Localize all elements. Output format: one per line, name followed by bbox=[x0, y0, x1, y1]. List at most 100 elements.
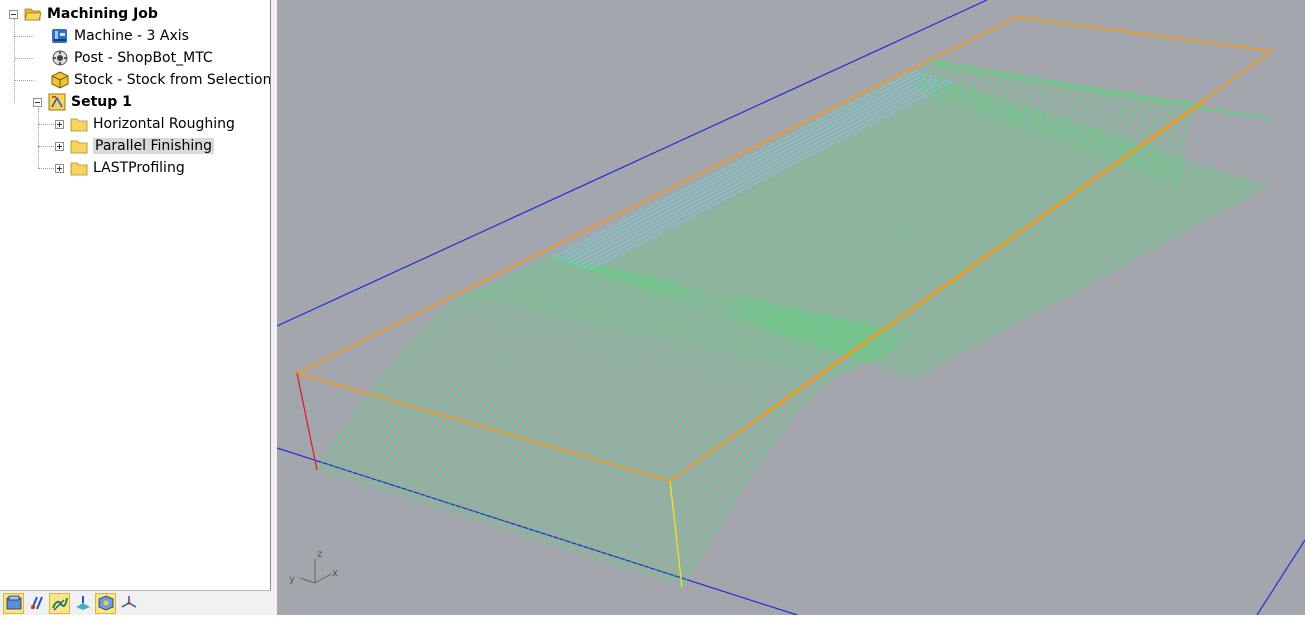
tree-node-stock[interactable]: Stock - Stock from Selection bbox=[51, 69, 270, 91]
toolpath-pass bbox=[844, 163, 1203, 357]
toolpath-pass bbox=[1072, 86, 1100, 148]
toolpath-pass bbox=[603, 86, 968, 276]
toolpath-pass bbox=[592, 82, 958, 273]
toolpath-pass bbox=[721, 123, 1083, 315]
toolpath-pass bbox=[772, 140, 1133, 333]
toolpath-pass bbox=[401, 273, 638, 498]
toolpath-pass bbox=[639, 97, 1003, 288]
toolpath-pass bbox=[891, 178, 1248, 372]
toolpath-pass bbox=[870, 171, 1228, 365]
toolpath-pass bbox=[824, 156, 1183, 350]
tree-node-post[interactable]: Post - ShopBot_MTC bbox=[51, 47, 213, 69]
toolpath-pass bbox=[608, 87, 973, 278]
toolpath-pass bbox=[659, 104, 1023, 295]
viewport-canvas[interactable]: z x y bbox=[276, 0, 1305, 616]
toolpath-pass bbox=[654, 102, 1018, 293]
toolpath-pass bbox=[731, 127, 1093, 319]
toolpath-pass bbox=[1046, 82, 1073, 138]
browser-toolbar bbox=[0, 590, 271, 615]
expand-icon[interactable] bbox=[55, 119, 64, 129]
toolpath-pass bbox=[551, 69, 918, 259]
collapse-icon[interactable] bbox=[33, 97, 42, 107]
tree-label: Post - ShopBot_MTC bbox=[74, 50, 213, 66]
tree-node-machine[interactable]: Machine - 3 Axis bbox=[51, 25, 189, 47]
folder-open-icon bbox=[24, 8, 42, 21]
toolpath-pass bbox=[577, 77, 943, 267]
collapse-icon[interactable] bbox=[9, 9, 18, 19]
toolpath-pass bbox=[474, 289, 711, 521]
grid-axis-line bbox=[276, 447, 798, 616]
toolpath-pass bbox=[432, 279, 668, 508]
viewport-perspective[interactable]: z x y bbox=[276, 0, 1305, 616]
toolpath-pass bbox=[628, 94, 993, 285]
toolpath-pass bbox=[426, 278, 662, 506]
toolpath-pass bbox=[1014, 76, 1039, 126]
toolpath-pass bbox=[444, 282, 680, 512]
toolpath-pass bbox=[695, 115, 1058, 307]
toolpath-pass bbox=[803, 150, 1163, 343]
stock-button[interactable] bbox=[95, 592, 116, 614]
tree-node-parallel-finishing[interactable]: Parallel Finishing bbox=[55, 135, 214, 157]
toolpath-pass bbox=[371, 266, 607, 488]
toolpath-pass bbox=[572, 76, 938, 266]
tree-node-horizontal-roughing[interactable]: Horizontal Roughing bbox=[55, 113, 235, 135]
setup-icon bbox=[48, 93, 66, 111]
tree-label: Parallel Finishing bbox=[93, 138, 214, 154]
expand-icon[interactable] bbox=[55, 141, 64, 151]
toolpath-pass bbox=[556, 71, 923, 261]
toolpath-pass bbox=[762, 137, 1123, 329]
toolpath-pass bbox=[480, 290, 717, 523]
toolpath-pass bbox=[645, 326, 881, 576]
toolpath-pass bbox=[626, 322, 863, 570]
tree-label: Machining Job bbox=[47, 6, 158, 22]
parallel-finishing-toolpath bbox=[316, 58, 1271, 588]
toolpath-pass bbox=[456, 285, 693, 516]
toolpath-pass bbox=[618, 91, 983, 281]
toolpath-pass bbox=[865, 169, 1223, 363]
toolpath-pass bbox=[855, 166, 1213, 360]
toolpath-pass bbox=[1033, 80, 1059, 133]
toolpath-button[interactable] bbox=[49, 592, 70, 614]
simulation-button[interactable] bbox=[72, 593, 93, 614]
folder-icon bbox=[70, 162, 88, 176]
toolpath-pass bbox=[839, 161, 1198, 355]
toolpath-pass bbox=[614, 319, 851, 566]
tree-node-setup-1[interactable]: Setup 1 bbox=[33, 91, 132, 113]
toolpath-pass bbox=[413, 275, 650, 502]
tools-icon bbox=[30, 596, 43, 610]
toolpath-pass bbox=[896, 179, 1253, 374]
toolpath-pass bbox=[690, 114, 1053, 305]
folder-icon bbox=[70, 140, 88, 154]
tools-button[interactable] bbox=[26, 593, 47, 614]
toolpath-pass bbox=[767, 138, 1128, 331]
machining-browser-tree: Machining Job Machine - 3 Axis Post - Sh… bbox=[0, 0, 271, 590]
tree-node-machining-job[interactable]: Machining Job bbox=[9, 3, 158, 25]
toolpath-pass bbox=[670, 107, 1033, 298]
axis-button[interactable] bbox=[118, 593, 139, 614]
toolpath-pass bbox=[875, 173, 1233, 367]
toolpath-pass bbox=[567, 74, 933, 264]
expand-icon[interactable] bbox=[55, 163, 64, 173]
toolpath-pass bbox=[438, 281, 674, 510]
toolpath-pass bbox=[587, 81, 953, 271]
toolpath-pass bbox=[407, 274, 644, 500]
toolpath-pass bbox=[613, 89, 978, 279]
toolpath-pass bbox=[680, 110, 1043, 302]
axis-icon bbox=[121, 596, 136, 608]
toolpath-pass bbox=[747, 132, 1108, 324]
toolpath-pass bbox=[450, 283, 687, 514]
toolpath-pass bbox=[632, 323, 869, 572]
toolpath-pass bbox=[834, 160, 1193, 353]
toolpath-pass bbox=[808, 151, 1168, 345]
toolpath-pass bbox=[582, 79, 948, 269]
toolpath-pass bbox=[675, 333, 912, 586]
axis-label-x: x bbox=[332, 568, 338, 579]
tree-node-lastprofiling[interactable]: LASTProfiling bbox=[55, 157, 185, 179]
toolpath-lead-out bbox=[1196, 107, 1271, 119]
toolpath-pass bbox=[788, 145, 1148, 338]
machining-job-button[interactable] bbox=[3, 592, 24, 614]
toolpath-pass bbox=[742, 130, 1103, 322]
toolpath-pass bbox=[644, 99, 1008, 290]
toolpath-pass bbox=[675, 109, 1038, 300]
toolpath-pass bbox=[383, 269, 620, 492]
